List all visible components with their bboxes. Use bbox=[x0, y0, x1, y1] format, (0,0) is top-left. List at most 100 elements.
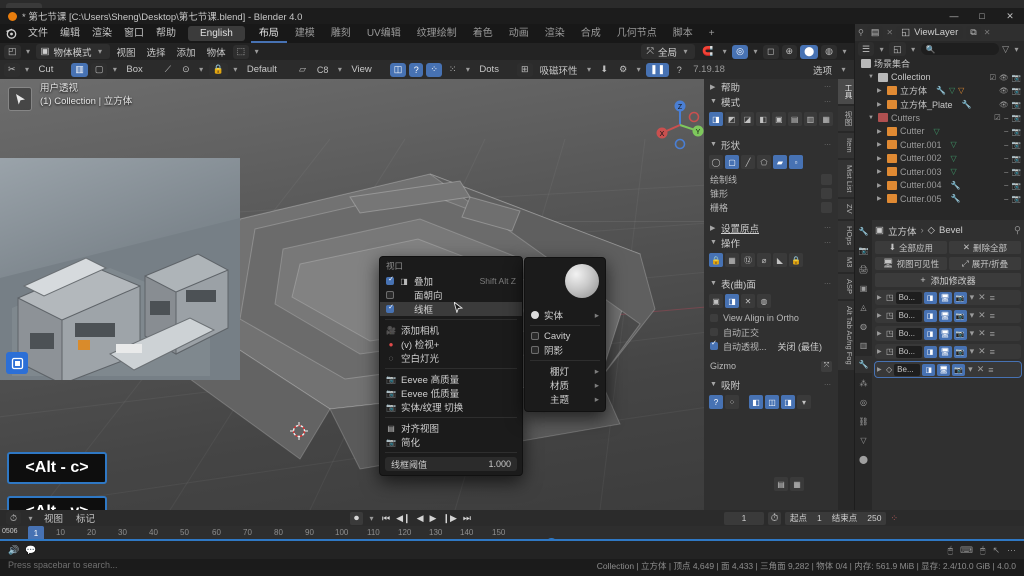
proportional-chevron-icon[interactable]: ▾ bbox=[751, 47, 760, 56]
box-tool-label[interactable]: Box bbox=[122, 64, 146, 75]
operation-cube-icon[interactable]: ▦ bbox=[725, 253, 739, 267]
overlay-checkbox[interactable] bbox=[386, 277, 394, 285]
chevron-right-icon-ol9[interactable]: ▶ bbox=[877, 182, 884, 189]
properties-tab-strip[interactable]: 🔧 📷 🖨 ▣ ◬ ◍ ▥ 🔧 ⁂ ◎ ⛓ ▽ ⬤ bbox=[855, 220, 872, 510]
workspace-tab-animation[interactable]: 动画 bbox=[501, 24, 537, 43]
expand-collapse-button[interactable]: ⤢ 展开/折叠 bbox=[949, 257, 1021, 270]
draw-line-toggle[interactable] bbox=[821, 174, 832, 185]
outliner-row-toggles-3[interactable]: 👁📷 bbox=[999, 100, 1024, 109]
sidebar-tab-fog[interactable]: Alt Tab Ac/ng Fog bbox=[838, 301, 854, 370]
current-frame-field[interactable]: 1 bbox=[724, 512, 764, 525]
popup-submenu-studiolight[interactable]: 棚灯 ▸ bbox=[525, 364, 605, 378]
workspace-tab-scripting[interactable]: 脚本 bbox=[665, 24, 701, 43]
maximize-button[interactable]: □ bbox=[968, 8, 996, 24]
end-frame-value[interactable]: 250 bbox=[862, 512, 886, 525]
snap-magnet-icon[interactable]: 🧲 bbox=[698, 45, 717, 59]
outliner-editor-type-icon[interactable]: ▤ bbox=[867, 26, 884, 40]
grid-toggle[interactable] bbox=[821, 202, 832, 213]
modifier-delete-icon-2[interactable]: ✕ bbox=[977, 310, 987, 321]
popup-shadow-row[interactable]: 阴影 bbox=[525, 343, 605, 357]
sidebar-tab-item[interactable]: Item bbox=[838, 133, 854, 158]
gear-icon[interactable]: ⚙ bbox=[615, 63, 631, 77]
modifier-render-toggle-2[interactable]: 📷 bbox=[954, 310, 967, 322]
next-keyframe-icon[interactable]: ❙▶ bbox=[440, 513, 458, 524]
cut-chevron-icon[interactable]: ▾ bbox=[23, 65, 32, 74]
auto-ortho-checkbox[interactable] bbox=[710, 328, 718, 336]
operation-lock-icon[interactable]: 🔒 bbox=[709, 253, 723, 267]
chevron-right-icon-ol7[interactable]: ▶ bbox=[877, 155, 884, 162]
outliner-row-collection[interactable]: ▼ Collection ☑👁📷 bbox=[855, 71, 1024, 85]
camera-icon-ol6[interactable]: 📷 bbox=[1012, 140, 1021, 149]
view-align-ortho-checkbox[interactable] bbox=[710, 314, 718, 322]
cut-tool-label[interactable]: Cut bbox=[35, 64, 58, 75]
modifier-render-toggle-5[interactable]: 📷 bbox=[952, 364, 965, 376]
snap-mode-chevron-icon[interactable]: ▾ bbox=[585, 65, 594, 74]
surface-object-icon[interactable]: ▣ bbox=[709, 294, 723, 308]
eye-closed-icon-7[interactable]: ⌣ bbox=[1004, 153, 1009, 163]
chevron-right-icon-m4[interactable]: ▶ bbox=[877, 348, 884, 355]
npanel-section-help[interactable]: ▶ 帮助 ⋯ bbox=[704, 79, 838, 94]
npanel-operation-buttons[interactable]: 🔒 ▦ ⑫ ⌀ ◣ 🔒 bbox=[704, 250, 838, 270]
lock-chevron-icon[interactable]: ▾ bbox=[231, 65, 240, 74]
popup-item-inspect[interactable]: ● (v) 检视+ bbox=[380, 337, 522, 351]
chevron-right-icon-ol6[interactable]: ▶ bbox=[877, 141, 884, 148]
face-orientation-checkbox[interactable] bbox=[386, 291, 394, 299]
auto-keying-icon[interactable]: ⏺ bbox=[350, 512, 363, 525]
viewport-menu-add[interactable]: 添加 bbox=[173, 45, 200, 59]
default-preset-label[interactable]: Default bbox=[243, 64, 281, 75]
blender-logo-icon[interactable] bbox=[0, 24, 22, 43]
start-frame-value[interactable]: 1 bbox=[812, 512, 827, 525]
camera-icon-ol3[interactable]: 📷 bbox=[1012, 100, 1021, 109]
properties-tab-modifier[interactable]: 🔧 bbox=[855, 356, 872, 373]
outliner-row-toggles-6[interactable]: ⌣📷 bbox=[1004, 140, 1024, 150]
outliner-editor[interactable]: ⚲ ▤ ✕ ◱ ViewLayer ⧉ ✕ ☰ ▾ ◱ ▾ 🔍 ▽ ▾ 场景集合 bbox=[855, 24, 1024, 220]
lock-icon[interactable]: 🔒 bbox=[209, 63, 228, 77]
outliner-display-mode-icon[interactable]: ☰ bbox=[858, 42, 874, 56]
npanel-section-shape[interactable]: ▼ 形状 ⋯ bbox=[704, 137, 838, 152]
mouse-left-icon[interactable]: 🖱 bbox=[948, 545, 953, 556]
modifier-delete-icon-1[interactable]: ✕ bbox=[977, 292, 987, 303]
outliner-row-cutter-001[interactable]: ▶ Cutter.001 ▽ ⌣📷 bbox=[855, 138, 1024, 152]
popup-item-blank-light[interactable]: ◌ 空白灯光 bbox=[380, 351, 522, 365]
workspace-tab-compositing[interactable]: 合成 bbox=[573, 24, 609, 43]
view-mode-icon[interactable]: C8 bbox=[313, 63, 333, 77]
properties-breadcrumb[interactable]: ▣ 立方体 › ◇ Bevel ⚲ bbox=[875, 223, 1021, 238]
shape-dot-icon[interactable]: ▫ bbox=[789, 155, 803, 169]
outliner-row-toggles-1[interactable]: ☑👁📷 bbox=[989, 73, 1024, 82]
modifier-realtime-toggle-1[interactable]: 🖥 bbox=[939, 292, 952, 304]
menu-help[interactable]: 帮助 bbox=[150, 24, 182, 43]
surface-view-icon[interactable]: ◨ bbox=[725, 294, 739, 308]
gizmo-button[interactable]: ⤧ bbox=[821, 361, 832, 372]
mirror-icon[interactable]: ◫ bbox=[390, 63, 407, 77]
sidebar-tab-zv[interactable]: ZV bbox=[838, 199, 854, 219]
popup-item-simplify[interactable]: 📷 简化 bbox=[380, 435, 522, 449]
popup-item-eevee-high[interactable]: 📷 Eevee 高质量 bbox=[380, 372, 522, 386]
properties-tab-world[interactable]: ◍ bbox=[855, 318, 872, 335]
transform-orientation-selector[interactable]: ⤧ 全局 ▾ bbox=[641, 44, 695, 59]
outliner-row-cutter-005[interactable]: ▶ Cutter.005 🔧 ⌣📷 bbox=[855, 192, 1024, 206]
knife-icon[interactable]: ⟋ bbox=[161, 63, 175, 77]
properties-tab-data[interactable]: ▽ bbox=[855, 432, 872, 449]
shading-rendered-icon[interactable]: ◍ bbox=[821, 45, 837, 59]
chevron-right-icon-m1[interactable]: ▶ bbox=[877, 294, 884, 301]
popup-submenu-material[interactable]: 材质 ▸ bbox=[525, 378, 605, 392]
timeline-menu-marker[interactable]: 标记 bbox=[72, 511, 99, 525]
taper-toggle[interactable] bbox=[821, 188, 832, 199]
pause-icon[interactable]: ❚❚ bbox=[646, 63, 669, 77]
modifier-grip-icon-2[interactable]: ≡ bbox=[989, 311, 996, 321]
close-button[interactable]: ✕ bbox=[996, 8, 1024, 24]
operation-angle-icon[interactable]: ⌀ bbox=[757, 253, 771, 267]
chevron-right-icon-ol2[interactable]: ▶ bbox=[877, 87, 884, 94]
properties-tab-output[interactable]: 🖨 bbox=[855, 261, 872, 278]
shape-line-icon[interactable]: ╱ bbox=[741, 155, 755, 169]
timeline-frame-fields[interactable]: 1 ⏱ 起点 1 结束点 250 ⁘ bbox=[724, 512, 1018, 525]
outliner-row-toggles-7[interactable]: ⌣📷 bbox=[1004, 153, 1024, 163]
surface-world-icon[interactable]: ◍ bbox=[757, 294, 771, 308]
shadow-checkbox[interactable] bbox=[531, 346, 539, 354]
modifier-row-3[interactable]: ▶ ◳ Bo... ◨ 🖥 📷 ▾ ✕ ≡ bbox=[875, 326, 1021, 341]
language-toggle-button[interactable]: English bbox=[188, 26, 245, 41]
shape-circle-icon[interactable]: ◯ bbox=[709, 155, 723, 169]
popup-item-solid-texture-toggle[interactable]: 📷 实体/纹理 切换 bbox=[380, 400, 522, 414]
modifier-name-2[interactable]: Bo... bbox=[896, 310, 922, 322]
snap-panel-icon[interactable]: ⊞ bbox=[517, 63, 533, 77]
